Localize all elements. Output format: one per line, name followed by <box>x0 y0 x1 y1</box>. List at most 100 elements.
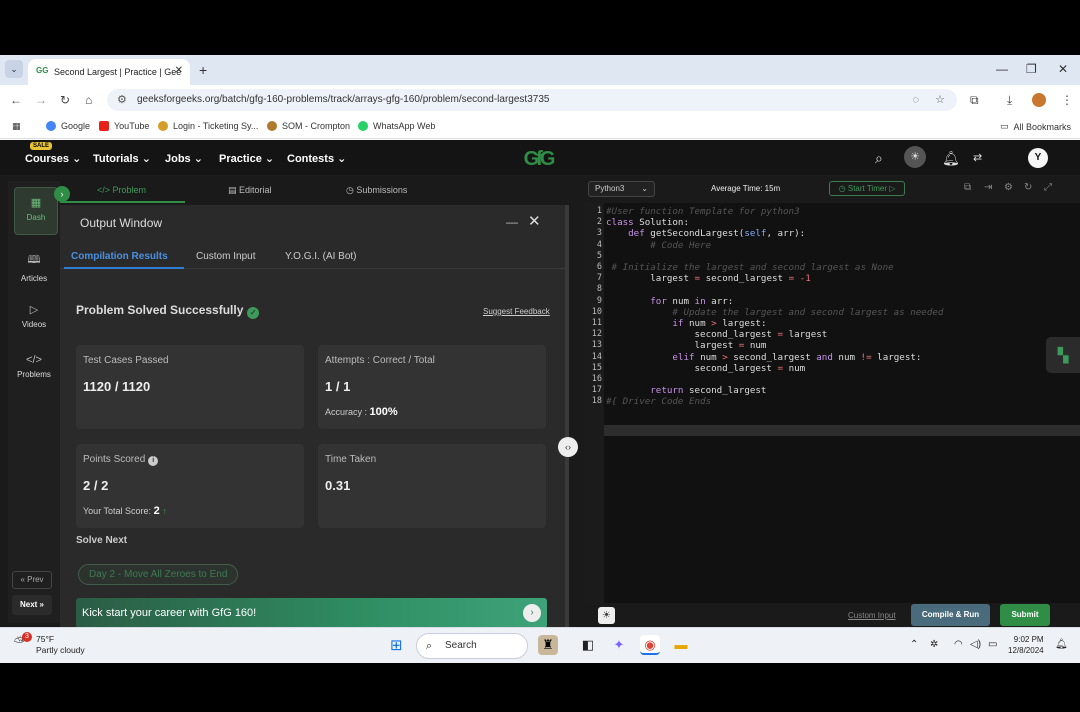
chat-panel-button[interactable]: ▚ <box>1046 337 1080 373</box>
suggest-feedback-link[interactable]: Suggest Feedback <box>483 307 550 316</box>
bookmark-ticketing[interactable]: Login - Ticketing Sy... <box>158 121 258 131</box>
bookmark-google[interactable]: Google <box>46 121 90 131</box>
tab-yogi-ai-bot[interactable]: Y.O.G.I. (AI Bot) <box>285 251 357 262</box>
info-icon[interactable]: i <box>148 456 159 466</box>
submit-button[interactable]: Submit <box>1000 604 1050 626</box>
code-line[interactable]: largest = num <box>606 340 767 351</box>
export-icon[interactable]: ⇥ <box>984 182 992 193</box>
close-icon[interactable]: ✕ <box>528 212 541 230</box>
nav-contests[interactable]: Contests ⌄ <box>287 152 346 165</box>
chevron-up-icon[interactable]: ⌃ <box>910 639 918 650</box>
bookmark-whatsapp[interactable]: WhatsApp Web <box>358 121 435 131</box>
tab-problem[interactable]: </> Problem <box>97 185 146 195</box>
sidebar-item-articles[interactable]: 🕮︎ Articles <box>8 251 60 283</box>
code-line[interactable]: elif num > second_largest and num != lar… <box>606 352 921 363</box>
menu-dots-icon[interactable]: ⋮ <box>1061 93 1073 107</box>
system-clock[interactable]: 9:02 PM 12/8/2024 <box>1008 634 1044 656</box>
battery-icon[interactable]: ▭ <box>988 639 997 650</box>
extensions-icon[interactable]: ⧉ <box>970 93 979 108</box>
theme-toggle-icon[interactable]: ☀ <box>904 146 926 168</box>
code-line[interactable]: # Initialize the largest and second larg… <box>606 262 894 273</box>
sidebar-item-dash[interactable]: ▦ Dash <box>14 187 58 235</box>
compile-run-button[interactable]: Compile & Run <box>911 604 990 626</box>
translate-icon[interactable]: ⇄ <box>973 151 982 164</box>
file-explorer-icon[interactable]: ▬ <box>671 635 691 655</box>
fullscreen-icon[interactable]: ⤢ <box>1044 182 1052 193</box>
copilot-icon[interactable]: ✦ <box>609 635 629 655</box>
code-line[interactable]: second_largest = num <box>606 363 806 374</box>
notifications-icon[interactable]: 🔔︎ <box>1055 639 1068 650</box>
code-line[interactable]: second_largest = largest <box>606 329 828 340</box>
all-bookmarks[interactable]: ▭ All Bookmarks <box>1000 121 1071 132</box>
tab-editorial[interactable]: ▤ Editorial <box>228 185 272 196</box>
nav-practice[interactable]: Practice ⌄ <box>219 152 274 165</box>
code-line[interactable]: largest = second_largest = -1 <box>606 273 811 284</box>
close-window-icon[interactable]: ✕ <box>1058 62 1068 76</box>
start-timer-button[interactable]: ◷ Start Timer ▷ <box>829 181 905 196</box>
language-select[interactable]: Python3 ⌄ <box>588 181 655 197</box>
gfg160-banner[interactable]: Kick start your career with GfG 160! › <box>76 598 547 628</box>
sidebar-item-problems[interactable]: </> Problems <box>8 354 60 379</box>
tab-submissions[interactable]: ◷ Submissions <box>346 185 407 196</box>
taskbar-search[interactable]: ⌕ Search <box>416 633 528 659</box>
gfg-logo[interactable]: GfG <box>516 147 560 169</box>
code-line[interactable]: # Code Here <box>606 240 711 251</box>
tab-compilation-results[interactable]: Compilation Results <box>71 251 168 262</box>
nav-courses[interactable]: Courses ⌄ <box>25 152 81 165</box>
tab-custom-input[interactable]: Custom Input <box>196 251 255 262</box>
windows-start-icon[interactable]: ⊞ <box>390 636 408 654</box>
next-button[interactable]: Next » <box>12 595 52 615</box>
code-line[interactable]: # Update the largest and second largest … <box>606 307 943 318</box>
code-line[interactable]: #User function Template for python3 <box>606 206 800 217</box>
apps-grid-icon[interactable]: ▦ <box>12 121 21 132</box>
search-icon[interactable]: ⌕ <box>875 150 883 167</box>
new-tab-button[interactable]: + <box>199 62 207 78</box>
browser-tab[interactable]: GG Second Largest | Practice | Gee ✕ <box>28 59 190 85</box>
close-tab-icon[interactable]: ✕ <box>175 65 183 76</box>
castle-widget-icon[interactable]: ♜ <box>538 635 558 655</box>
nav-tutorials[interactable]: Tutorials ⌄ <box>93 152 151 165</box>
panel-scrollbar[interactable] <box>565 205 569 627</box>
custom-input-link[interactable]: Custom Input <box>848 611 896 620</box>
code-line[interactable]: for num in arr: <box>606 296 733 307</box>
back-icon[interactable]: ← <box>10 93 22 107</box>
settings-icon[interactable]: ⚙ <box>1004 182 1013 193</box>
minimize-window-icon[interactable]: — <box>996 62 1008 76</box>
code-line[interactable]: #{ Driver Code Ends <box>606 396 711 407</box>
resize-handle[interactable]: ‹› <box>558 437 578 457</box>
bookmark-star-icon[interactable]: ☆ <box>935 89 945 111</box>
site-info-icon[interactable]: ⚙ <box>117 89 127 111</box>
restore-window-icon[interactable]: ❐ <box>1026 62 1037 76</box>
next-problem-chip[interactable]: Day 2 - Move All Zeroes to End <box>78 564 239 585</box>
code-line[interactable]: if num > largest: <box>606 318 766 329</box>
forward-icon[interactable]: → <box>35 93 47 107</box>
code-line[interactable]: return second_largest <box>606 385 766 396</box>
bell-icon[interactable]: 🔔︎ <box>942 150 960 167</box>
home-icon[interactable]: ⌂ <box>85 93 92 107</box>
download-icon[interactable]: ⤓ <box>1007 93 1012 108</box>
minimize-icon[interactable]: — <box>506 215 518 229</box>
tab-search-button[interactable]: ⌄ <box>5 60 23 78</box>
prev-button[interactable]: « Prev <box>12 571 52 589</box>
code-line[interactable]: def getSecondLargest(self, arr): <box>606 228 805 239</box>
wifi-icon[interactable]: ◠ <box>954 639 963 650</box>
expand-sidebar-button[interactable]: › <box>54 186 70 202</box>
reset-icon[interactable]: ↻ <box>1024 182 1032 193</box>
code-editor[interactable]: 1 #User function Template for python3 2 cla… <box>584 203 1080 603</box>
bookmark-som[interactable]: SOM - Crompton <box>267 121 350 131</box>
sidebar-item-videos[interactable]: ▷ Videos <box>8 303 60 329</box>
nav-jobs[interactable]: Jobs ⌄ <box>165 152 203 165</box>
bookmark-youtube[interactable]: YouTube <box>99 121 149 131</box>
reload-icon[interactable]: ↻ <box>60 93 70 107</box>
volume-icon[interactable]: ◁) <box>970 639 981 650</box>
eye-off-icon[interactable]: ◌ <box>912 89 919 111</box>
hint-bulb-icon[interactable]: ☀ <box>598 607 615 624</box>
url-bar[interactable]: ⚙ geeksforgeeks.org/batch/gfg-160-proble… <box>107 89 957 111</box>
code-line[interactable]: class Solution: <box>606 217 689 228</box>
bluetooth-icon[interactable]: ✲ <box>930 639 938 650</box>
task-view-icon[interactable]: ◧ <box>578 635 598 655</box>
chrome-icon[interactable]: ◉ <box>640 635 660 655</box>
profile-avatar-icon[interactable] <box>1032 93 1046 107</box>
user-avatar[interactable]: Y <box>1028 148 1048 168</box>
copy-icon[interactable]: ⧉ <box>964 182 971 193</box>
